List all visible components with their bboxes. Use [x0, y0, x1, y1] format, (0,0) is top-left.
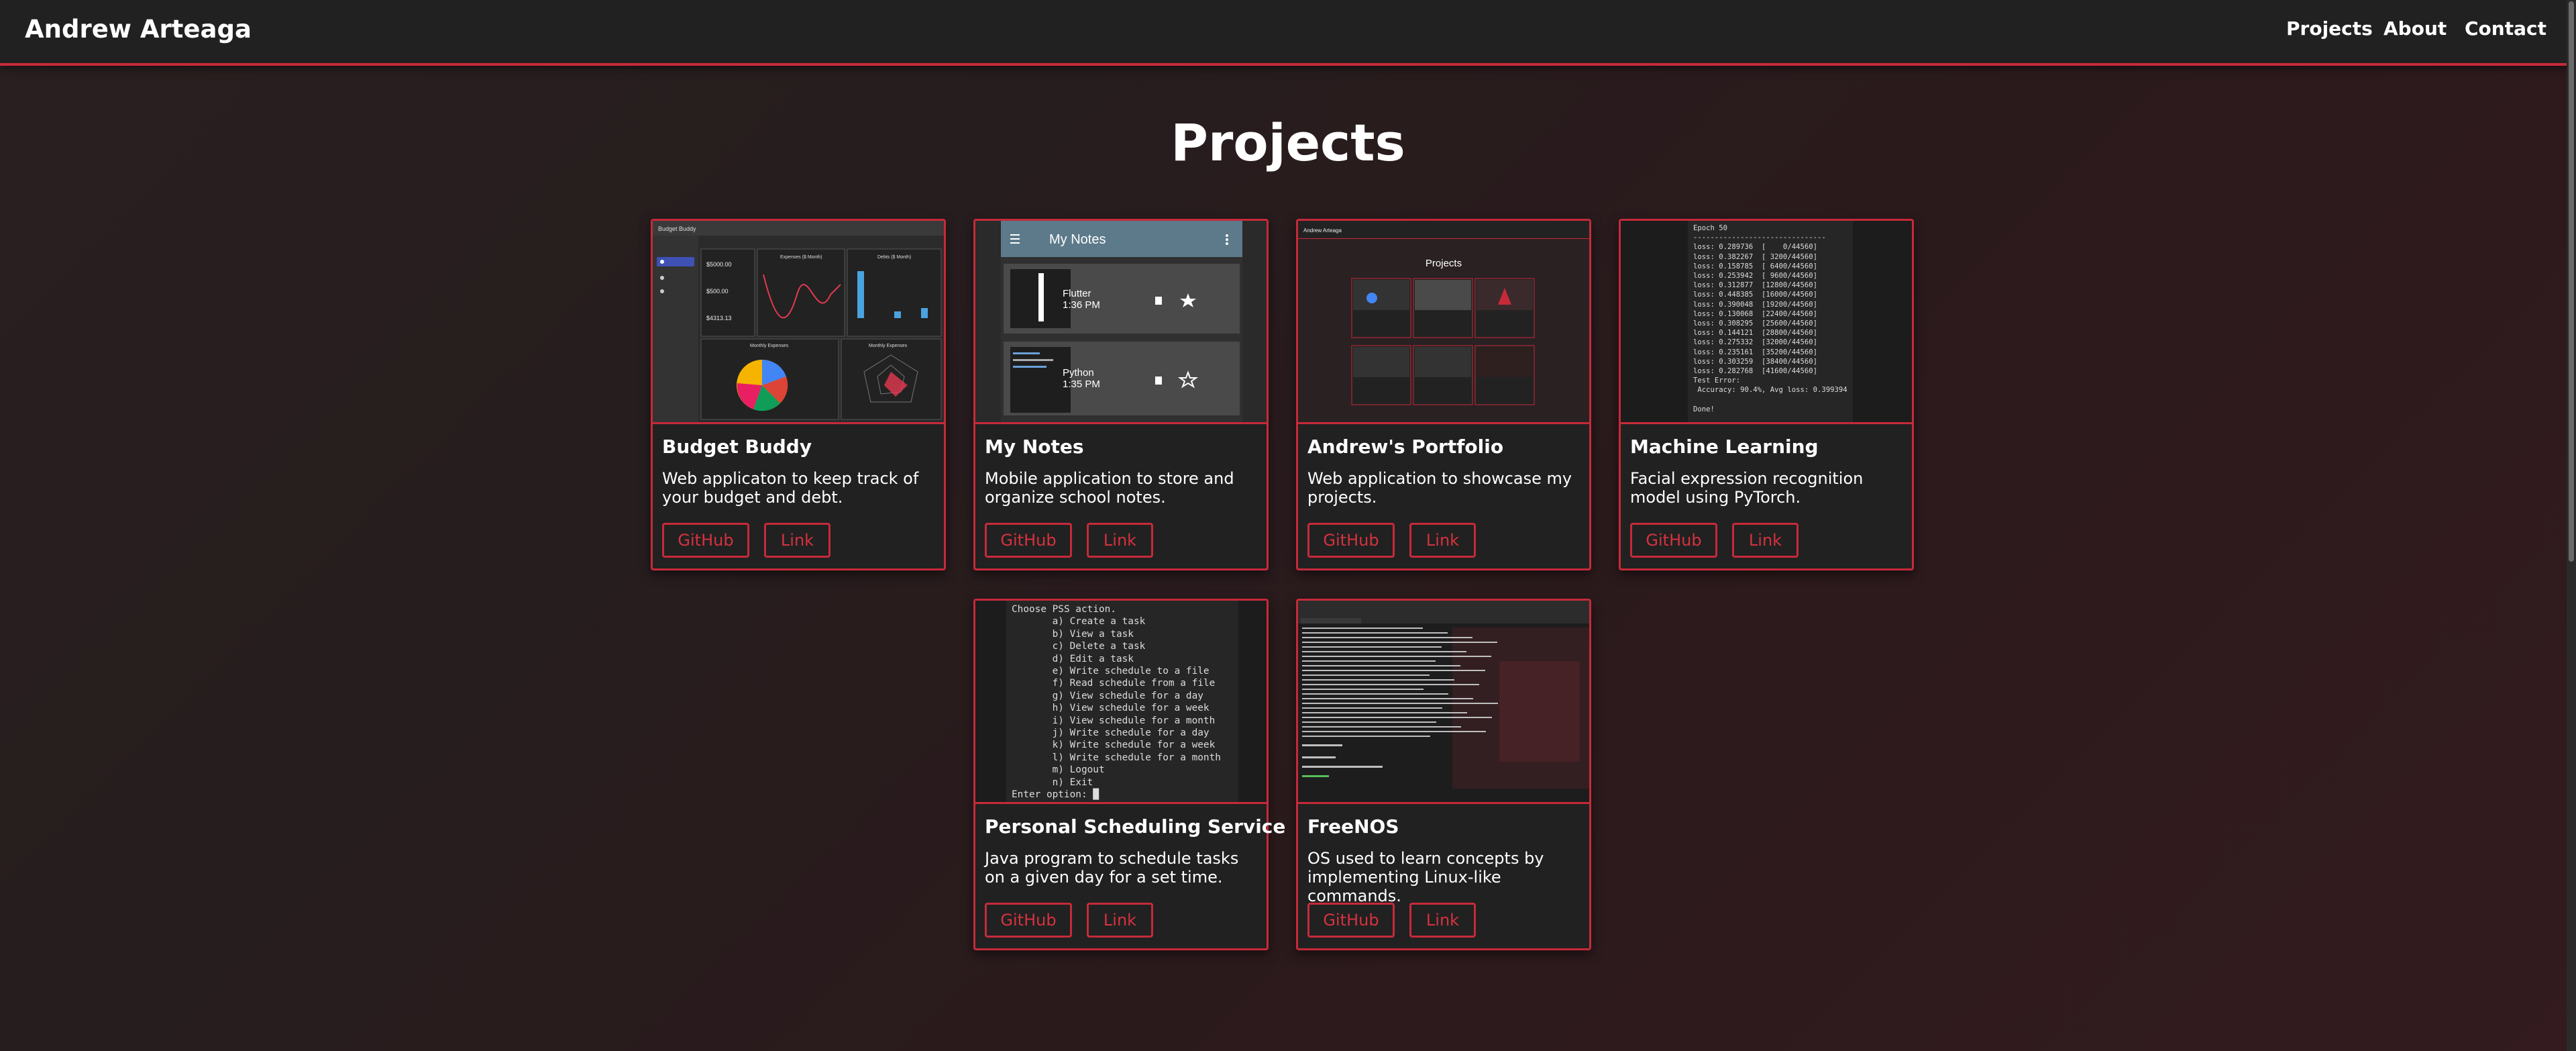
project-title: Andrew's Portfolio — [1307, 436, 1504, 458]
nav-link-about[interactable]: About — [2383, 17, 2447, 40]
log-line — [1302, 670, 1485, 671]
svg-text:Debts ($ Month): Debts ($ Month) — [877, 255, 911, 260]
log-line — [1302, 632, 1448, 634]
svg-text:Flutter: Flutter — [1063, 288, 1091, 299]
project-title: Machine Learning — [1630, 436, 1819, 458]
scrollbar-thumb[interactable] — [2569, 1, 2574, 562]
svg-text:Projects: Projects — [1426, 258, 1462, 269]
project-description: Java program to schedule tasks on a give… — [985, 849, 1239, 887]
github-button[interactable]: GitHub — [1307, 523, 1395, 558]
notes-app-title: My Notes — [1049, 232, 1106, 247]
log-line — [1302, 637, 1472, 638]
log-line — [1302, 674, 1430, 676]
svg-text:$5000.00: $5000.00 — [706, 261, 732, 268]
project-description: Web applicaton to keep track of your bud… — [662, 469, 919, 507]
link-button[interactable]: Link — [764, 523, 830, 558]
svg-text:$4313.13: $4313.13 — [706, 315, 732, 321]
log-line — [1302, 656, 1491, 657]
project-description: Web application to showcase my projects. — [1307, 469, 1572, 507]
project-thumbnail-machine-learning: Epoch 50 -------------------------------… — [1621, 221, 1912, 424]
svg-text:$500.00: $500.00 — [706, 288, 729, 295]
project-title: Personal Scheduling Service — [985, 815, 1286, 838]
project-card-portfolio: Andrew Arteaga Projects Andrew's Portfol… — [1296, 219, 1591, 570]
ml-terminal-output: Epoch 50 -------------------------------… — [1688, 221, 1853, 422]
log-line — [1302, 693, 1448, 695]
log-line — [1302, 689, 1424, 690]
project-title: FreeNOS — [1307, 815, 1399, 838]
log-line — [1302, 651, 1466, 652]
project-thumbnail-scheduling-service: Choose PSS action. a) Create a task b) V… — [975, 601, 1267, 804]
log-line — [1302, 642, 1497, 643]
portfolio-screenshot: Andrew Arteaga Projects — [1298, 221, 1589, 422]
link-button[interactable]: Link — [1087, 903, 1153, 938]
project-description: Mobile application to store and organize… — [985, 469, 1234, 507]
link-button[interactable]: Link — [1087, 523, 1153, 558]
log-line — [1302, 679, 1454, 681]
log-line — [1302, 665, 1460, 666]
project-description: OS used to learn concepts by implementin… — [1307, 849, 1544, 905]
log-line — [1302, 698, 1473, 699]
link-button[interactable]: Link — [1732, 523, 1799, 558]
pss-terminal-output: Choose PSS action. a) Create a task b) V… — [1006, 601, 1238, 802]
log-line — [1302, 660, 1436, 662]
github-button[interactable]: GitHub — [985, 523, 1072, 558]
log-line — [1302, 721, 1436, 723]
project-title: Budget Buddy — [662, 436, 812, 458]
log-line — [1302, 712, 1467, 713]
project-card-machine-learning: Epoch 50 -------------------------------… — [1619, 219, 1914, 570]
svg-text:Python: Python — [1063, 367, 1094, 379]
budget-buddy-screenshot: Budget Buddy $5000.00 $500.00 $4313.13 E… — [653, 221, 944, 422]
nav-link-projects[interactable]: Projects — [2286, 17, 2373, 40]
log-line — [1302, 646, 1442, 648]
navbar: Andrew Arteaga Projects About Contact — [0, 0, 2576, 66]
project-card-budget-buddy: Budget Buddy $5000.00 $500.00 $4313.13 E… — [651, 219, 946, 570]
svg-text:1:36 PM: 1:36 PM — [1063, 299, 1100, 311]
log-line — [1302, 717, 1492, 718]
log-line — [1302, 707, 1442, 709]
brand-logo[interactable]: Andrew Arteaga — [25, 15, 252, 44]
project-thumbnail-freenos — [1298, 601, 1589, 804]
project-card-my-notes: My Notes Flutter 1:36 PM Python 1:35 PM … — [973, 219, 1269, 570]
project-description: Facial expression recognition model usin… — [1630, 469, 1864, 507]
my-notes-screenshot: My Notes Flutter 1:36 PM Python 1:35 PM — [975, 221, 1267, 422]
log-line — [1302, 736, 1430, 737]
page-title: Projects — [1171, 113, 1405, 172]
bb-app-title: Budget Buddy — [658, 226, 696, 232]
log-line — [1302, 726, 1461, 728]
svg-text:Monthly Expenses: Monthly Expenses — [869, 344, 908, 348]
github-button[interactable]: GitHub — [1630, 523, 1717, 558]
github-button[interactable]: GitHub — [662, 523, 749, 558]
log-line — [1302, 731, 1486, 732]
svg-text:Andrew Arteaga: Andrew Arteaga — [1303, 228, 1342, 234]
log-line — [1302, 628, 1423, 629]
project-card-scheduling-service: Choose PSS action. a) Create a task b) V… — [973, 599, 1285, 950]
svg-text:Monthly Expenses: Monthly Expenses — [750, 344, 789, 348]
log-line — [1302, 684, 1479, 685]
project-thumbnail-portfolio: Andrew Arteaga Projects — [1298, 221, 1589, 424]
freenos-screenshot — [1298, 601, 1589, 802]
nav-link-contact[interactable]: Contact — [2465, 17, 2546, 40]
project-thumbnail-budget-buddy: Budget Buddy $5000.00 $500.00 $4313.13 E… — [653, 221, 944, 424]
log-line — [1302, 703, 1498, 704]
link-button[interactable]: Link — [1409, 523, 1476, 558]
project-thumbnail-my-notes: My Notes Flutter 1:36 PM Python 1:35 PM — [975, 221, 1267, 424]
svg-text:1:35 PM: 1:35 PM — [1063, 379, 1100, 390]
svg-text:Expenses ($ Month): Expenses ($ Month) — [780, 255, 822, 260]
github-button[interactable]: GitHub — [985, 903, 1072, 938]
project-title: My Notes — [985, 436, 1084, 458]
link-button[interactable]: Link — [1409, 903, 1476, 938]
project-card-freenos: FreeNOS OS used to learn concepts by imp… — [1296, 599, 1591, 950]
github-button[interactable]: GitHub — [1307, 903, 1395, 938]
